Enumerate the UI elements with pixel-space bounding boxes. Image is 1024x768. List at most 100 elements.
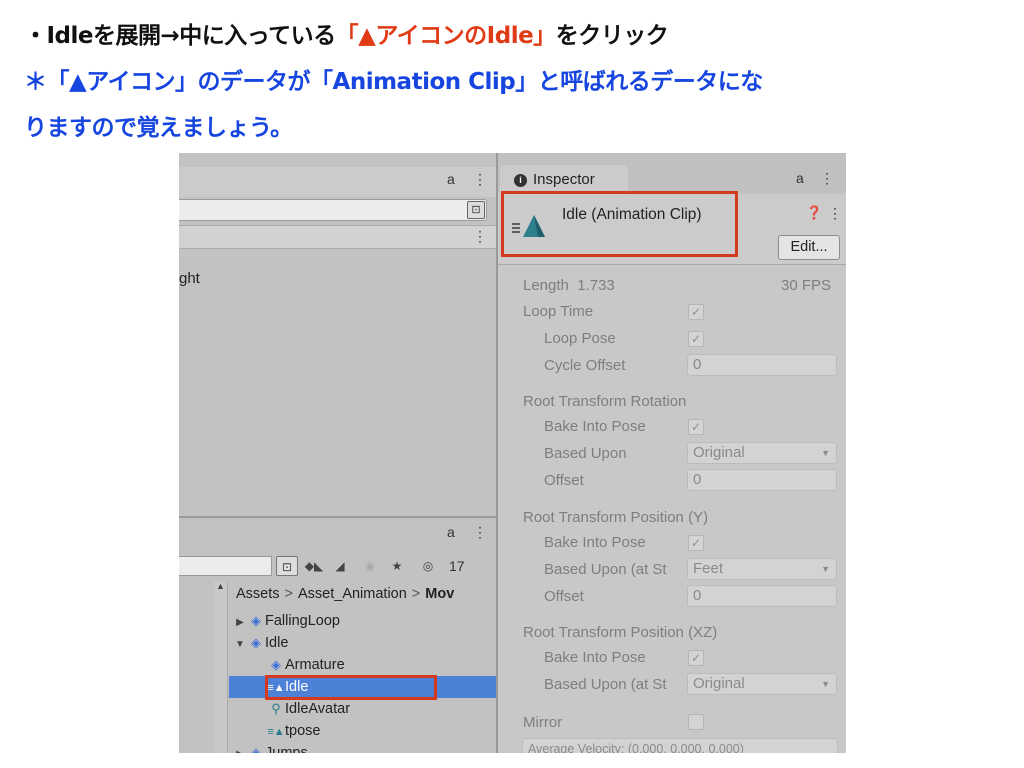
loop-pose-label: Loop Pose: [544, 330, 616, 347]
instruction-prefix: ・Idleを展開→中に入っている: [24, 23, 336, 49]
bake-position-xz-checkbox[interactable]: ✓: [688, 650, 704, 666]
prefab-icon: ◈: [251, 613, 261, 628]
favorite-star-icon[interactable]: ★: [386, 556, 408, 576]
fps-value: 30 FPS: [781, 277, 832, 294]
highlight-box: [265, 675, 437, 700]
project-toolbar: ⊡ ◆◣ ◢ ◉ ★ ◎ 17: [179, 553, 496, 579]
root-position-y-heading: Root Transform Position (Y): [523, 509, 709, 526]
hidden-count: 17: [449, 558, 465, 574]
inspector-panel: i Inspector a ⋮ Idle (Animation Clip) ❓ ⋮…: [496, 153, 846, 753]
position-y-offset-field[interactable]: 0: [687, 585, 837, 607]
edit-button[interactable]: Edit...: [778, 235, 840, 260]
length-value: 1.733: [577, 277, 615, 294]
root-rotation-heading: Root Transform Rotation: [523, 393, 687, 410]
bake-position-y-checkbox[interactable]: ✓: [688, 535, 704, 551]
based-upon-start-label: Based Upon (at St: [544, 561, 667, 578]
offset-label: Offset: [544, 472, 584, 489]
expand-arrow-icon[interactable]: ▶: [233, 744, 247, 753]
instruction-line-1: ・Idleを展開→中に入っている「▲アイコンのIdle」をクリック: [24, 16, 669, 50]
highlight-box: [501, 191, 738, 257]
list-item-idleavatar[interactable]: ⚲ IdleAvatar: [229, 698, 496, 720]
unity-editor-screenshot: a ⋮ ⊡ ⋮ ght a ⋮ ⊡ ◆◣ ◢ ◉ ★ ◎ 17 ▲ Assets…: [179, 153, 846, 753]
collapse-arrow-icon[interactable]: ▼: [233, 634, 247, 656]
toolbar-row: ⋮: [179, 225, 496, 249]
hierarchy-panel: a ⋮ ⊡ ⋮ ght: [179, 153, 496, 516]
mirror-label: Mirror: [523, 714, 563, 731]
lock-icon[interactable]: a: [447, 171, 455, 187]
lock-icon[interactable]: a: [796, 170, 804, 186]
instruction-line-3: りますので覚えましょう。: [24, 115, 293, 141]
partial-label: ght: [179, 270, 200, 287]
list-item-idle-prefab[interactable]: ▼ ◈ Idle: [229, 632, 496, 654]
dropdown-arrow-icon: ▼: [821, 564, 830, 574]
prefab-icon: ◈: [271, 657, 281, 672]
cycle-offset-field[interactable]: 0: [687, 354, 837, 376]
info-icon: i: [514, 174, 527, 187]
breadcrumb-item[interactable]: Assets: [236, 586, 280, 602]
rotation-based-upon-dropdown[interactable]: Original ▼: [687, 442, 837, 464]
search-input[interactable]: [179, 199, 487, 221]
dropdown-value: Original: [693, 675, 745, 692]
expand-arrow-icon[interactable]: ▶: [233, 612, 247, 634]
asset-list: Assets > Asset_Animation > Mov ▶ ◈ FallingLoop…: [229, 581, 496, 753]
loop-pose-checkbox[interactable]: ✓: [688, 331, 704, 347]
mirror-checkbox[interactable]: [688, 714, 704, 730]
list-item-jumps[interactable]: ▶ ◈ Jumps: [229, 742, 496, 753]
loop-time-checkbox[interactable]: ✓: [688, 304, 704, 320]
breadcrumb-separator: >: [411, 586, 421, 602]
position-y-based-upon-dropdown[interactable]: Feet ▼: [687, 558, 837, 580]
loop-time-label: Loop Time: [523, 303, 594, 320]
dropdown-arrow-icon: ▼: [821, 448, 830, 458]
animation-clip-icon: ≡▲: [267, 726, 285, 738]
filter-by-type-icon[interactable]: ◆◣: [303, 556, 325, 576]
based-upon-start-label: Based Upon (at St: [544, 676, 667, 693]
lock-icon[interactable]: a: [447, 524, 455, 540]
breadcrumb-separator: >: [284, 586, 293, 602]
based-upon-label: Based Upon: [544, 445, 627, 462]
list-item-label: Idle: [265, 635, 289, 651]
tab-label: Inspector: [533, 171, 595, 188]
menu-icon[interactable]: ⋮: [473, 524, 487, 541]
visibility-eye-icon[interactable]: ◎: [413, 556, 443, 576]
hidden-packages-icon[interactable]: ◉: [359, 556, 381, 576]
instruction-highlight: 「▲アイコンのIdle」: [335, 23, 557, 49]
inspector-tab-bar: i Inspector a ⋮: [498, 153, 846, 195]
picker-icon[interactable]: ⊡: [467, 201, 485, 219]
filter-by-label-icon[interactable]: ◢: [329, 556, 351, 576]
dropdown-value: Original: [693, 444, 745, 461]
bake-into-pose-label: Bake Into Pose: [544, 534, 646, 551]
project-search-input[interactable]: [179, 556, 272, 576]
offset-label: Offset: [544, 588, 584, 605]
rotation-offset-field[interactable]: 0: [687, 469, 837, 491]
list-item-tpose[interactable]: ≡▲tpose: [229, 720, 496, 742]
picker-icon[interactable]: ⊡: [276, 556, 298, 576]
menu-icon[interactable]: ⋮: [473, 228, 487, 245]
list-item-armature[interactable]: ◈ Armature: [229, 654, 496, 676]
list-item-label: IdleAvatar: [285, 701, 351, 717]
scrollbar[interactable]: ▲: [214, 581, 228, 753]
panel-header: a ⋮: [179, 167, 496, 197]
menu-icon[interactable]: ⋮: [820, 170, 834, 187]
list-item-label: FallingLoop: [265, 613, 340, 629]
list-item-label: Jumps: [265, 745, 308, 753]
bake-into-pose-label: Bake Into Pose: [544, 418, 646, 435]
list-item-fallingloop[interactable]: ▶ ◈ FallingLoop: [229, 610, 496, 632]
menu-icon[interactable]: ⋮: [828, 205, 842, 222]
help-icon[interactable]: ❓: [806, 205, 822, 221]
average-velocity-box: Average Velocity: (0.000, 0.000, 0.000): [522, 738, 838, 753]
breadcrumb-item[interactable]: Mov: [425, 586, 454, 602]
cycle-offset-label: Cycle Offset: [544, 357, 626, 374]
breadcrumb-item[interactable]: Asset_Animation: [298, 586, 407, 602]
root-position-xz-heading: Root Transform Position (XZ): [523, 624, 718, 641]
dropdown-arrow-icon: ▼: [821, 679, 830, 689]
menu-icon[interactable]: ⋮: [473, 171, 487, 188]
instruction-suffix: をクリック: [555, 23, 669, 49]
list-item-label: tpose: [285, 723, 321, 739]
bake-rotation-checkbox[interactable]: ✓: [688, 419, 704, 435]
bake-into-pose-label: Bake Into Pose: [544, 649, 646, 666]
prefab-icon: ◈: [251, 745, 261, 753]
dropdown-value: Feet: [693, 560, 724, 577]
breadcrumb: Assets > Asset_Animation > Mov: [236, 586, 454, 602]
list-item-label: Armature: [285, 657, 345, 673]
position-xz-based-upon-dropdown[interactable]: Original ▼: [687, 673, 837, 695]
